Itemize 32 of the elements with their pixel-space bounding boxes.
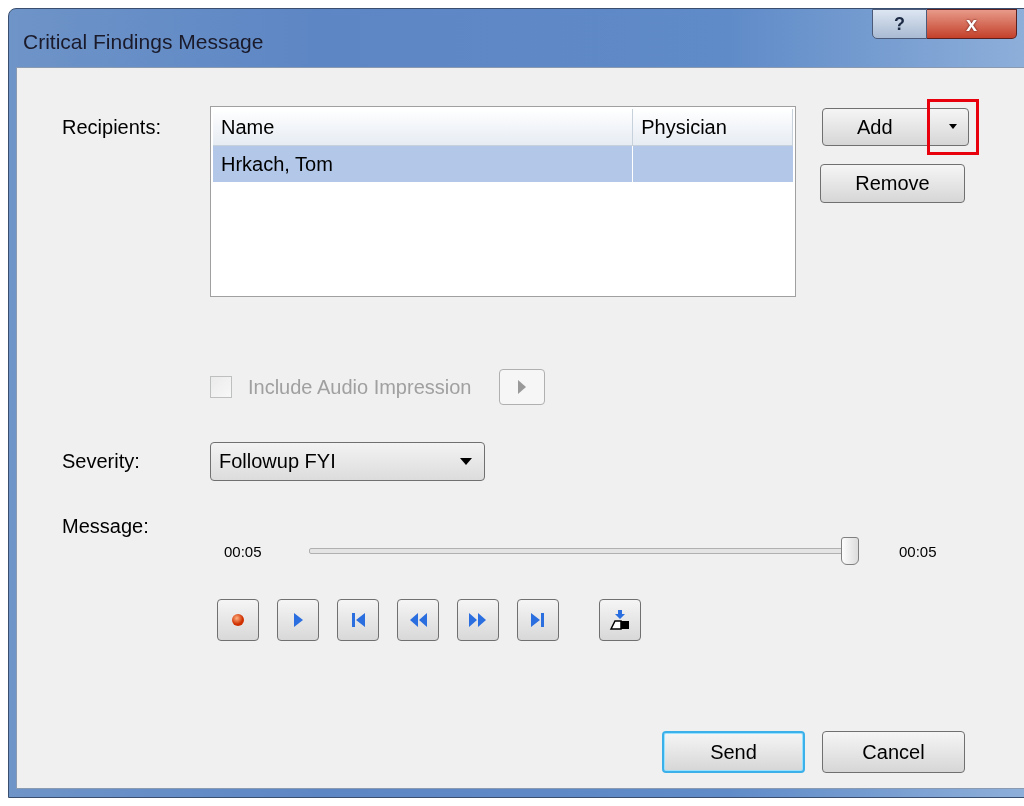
fast-forward-button[interactable] xyxy=(457,599,499,641)
recipients-label: Recipients: xyxy=(62,116,162,139)
time-label: 00:05 xyxy=(224,542,263,560)
play-button[interactable] xyxy=(499,369,546,405)
position-slider[interactable] xyxy=(309,536,859,566)
caret-icon xyxy=(460,458,472,465)
message-label: Message: xyxy=(62,515,150,538)
rewind-button[interactable] xyxy=(397,599,439,641)
play-icon xyxy=(517,379,528,395)
severity-label: Severity: xyxy=(62,450,141,473)
record-button[interactable] xyxy=(217,599,259,641)
recipient-row[interactable]: Hrkach, Tom xyxy=(213,146,793,182)
send-button[interactable]: Send xyxy=(662,731,805,773)
checkbox-label: Include Audio Impression xyxy=(248,375,472,399)
column-header[interactable]: Name xyxy=(213,109,634,145)
insert-button[interactable] xyxy=(599,599,641,641)
severity-dropdown[interactable]: Followup FYI xyxy=(210,442,485,481)
caret-icon[interactable] xyxy=(948,124,958,130)
window-title: Critical Findings Message xyxy=(23,30,264,54)
column-header[interactable]: Physician xyxy=(633,109,793,145)
time-label: 00:05 xyxy=(899,542,938,560)
cancel-button[interactable]: Cancel xyxy=(822,731,965,773)
slider-thumb[interactable] xyxy=(841,537,859,565)
add-button[interactable]: Add xyxy=(822,108,969,146)
table-cell: Hrkach, Tom xyxy=(213,146,634,182)
play-button[interactable] xyxy=(277,599,319,641)
skip-start-button[interactable] xyxy=(337,599,379,641)
remove-button[interactable]: Remove xyxy=(820,164,965,203)
help-button[interactable]: ? xyxy=(872,9,927,39)
skip-end-button[interactable] xyxy=(517,599,559,641)
close-button[interactable]: x xyxy=(927,9,1017,39)
insert-icon xyxy=(608,608,632,632)
